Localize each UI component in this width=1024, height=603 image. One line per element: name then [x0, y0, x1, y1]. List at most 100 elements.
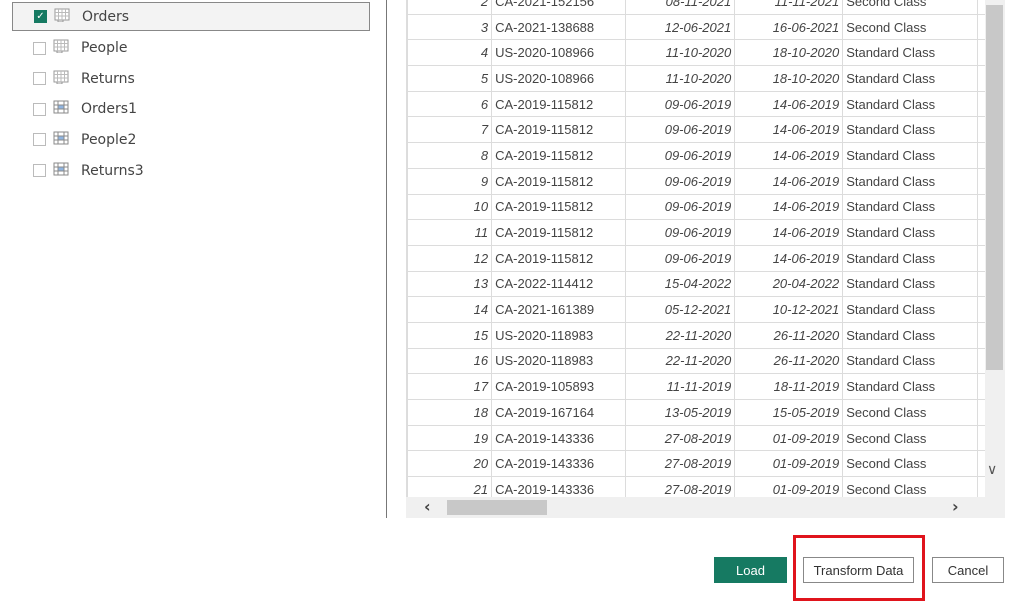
ship-mode: Standard Class: [842, 321, 979, 349]
ship-date: 14-06-2019: [734, 193, 844, 221]
sheet-icon: [53, 39, 81, 57]
checkbox[interactable]: [33, 72, 46, 86]
row-number: 12: [407, 244, 493, 272]
ship-date: 14-06-2019: [734, 244, 844, 272]
order-date: 27-08-2019: [625, 476, 736, 497]
order-date: 09-06-2019: [625, 90, 736, 118]
horizontal-scroll-thumb[interactable]: [447, 500, 547, 515]
ship-date: 14-06-2019: [734, 142, 844, 169]
table-row: 14 CA-2021-161389 05-12-2021 10-12-2021 Stan…: [407, 296, 986, 323]
scroll-left-icon[interactable]: ‹: [424, 497, 431, 516]
row-number: 6: [407, 90, 493, 118]
order-date: 08-11-2021: [625, 0, 736, 15]
checkbox[interactable]: [33, 102, 46, 116]
table-row: 21 CA-2019-143336 27-08-2019 01-09-2019 Seco…: [407, 476, 986, 497]
order-date: 27-08-2019: [625, 424, 736, 452]
ship-date: 10-12-2021: [734, 296, 844, 323]
row-number: 16: [407, 347, 493, 375]
ship-date: 01-09-2019: [734, 476, 844, 497]
table-row: 3 CA-2021-138688 12-06-2021 16-06-2021 Secon…: [407, 13, 986, 41]
order-id: CA-2021-152156: [491, 0, 627, 15]
row-number: 11: [407, 219, 493, 246]
ship-mode: Standard Class: [842, 270, 979, 298]
order-id: US-2020-118983: [491, 347, 627, 375]
order-id: CA-2019-115812: [491, 142, 627, 169]
row-number: 3: [407, 13, 493, 41]
order-id: CA-2019-167164: [491, 399, 627, 426]
vertical-scrollbar[interactable]: ∨: [985, 0, 1005, 497]
table-icon: [53, 100, 81, 118]
load-button[interactable]: Load: [714, 557, 787, 583]
row-number: 9: [407, 167, 493, 195]
order-date: 11-11-2019: [625, 373, 736, 400]
ship-date: 18-11-2019: [734, 373, 844, 400]
ship-mode: Standard Class: [842, 244, 979, 272]
table-row: 17 CA-2019-105893 11-11-2019 18-11-2019 Stan…: [407, 373, 986, 400]
checkbox[interactable]: ✓: [34, 10, 47, 23]
ship-date: 16-06-2021: [734, 13, 844, 41]
navigator-item-people[interactable]: People: [12, 34, 368, 63]
ship-date: 18-10-2020: [734, 39, 844, 67]
vertical-scroll-thumb[interactable]: [986, 5, 1003, 370]
order-id: US-2020-108966: [491, 65, 627, 92]
checkbox[interactable]: [33, 41, 46, 55]
order-date: 27-08-2019: [625, 450, 736, 478]
navigator-item-returns3[interactable]: Returns3: [12, 156, 368, 185]
ship-mode: Standard Class: [842, 193, 979, 221]
navigator-item-orders[interactable]: ✓ Orders: [12, 2, 370, 31]
table-row: 16 US-2020-118983 22-11-2020 26-11-2020 Stan…: [407, 347, 986, 375]
ship-mode: Standard Class: [842, 167, 979, 195]
order-date: 22-11-2020: [625, 321, 736, 349]
ship-date: 11-11-2021: [734, 0, 844, 15]
sheet-icon: [53, 70, 81, 88]
ship-date: 14-06-2019: [734, 116, 844, 144]
navigator-item-orders1[interactable]: Orders1: [12, 95, 368, 124]
ship-mode: Standard Class: [842, 219, 979, 246]
ship-mode: Standard Class: [842, 142, 979, 169]
table-row: 6 CA-2019-115812 09-06-2019 14-06-2019 Stand…: [407, 90, 986, 118]
checkbox[interactable]: [33, 164, 46, 177]
navigator-item-people2[interactable]: People2: [12, 125, 368, 154]
navigator-item-label: Returns3: [81, 162, 144, 179]
panel-divider: [386, 0, 387, 518]
order-id: CA-2019-143336: [491, 424, 627, 452]
order-date: 09-06-2019: [625, 219, 736, 246]
row-number: 14: [407, 296, 493, 323]
horizontal-scrollbar[interactable]: ‹ ›: [406, 497, 1005, 518]
navigator-item-label: Orders1: [81, 101, 137, 118]
row-number: 19: [407, 424, 493, 452]
order-id: CA-2019-115812: [491, 244, 627, 272]
order-id: US-2020-108966: [491, 39, 627, 67]
table-row: 4 US-2020-108966 11-10-2020 18-10-2020 Stand…: [407, 39, 986, 67]
ship-date: 01-09-2019: [734, 450, 844, 478]
order-id: US-2020-118983: [491, 321, 627, 349]
preview-table: 2 CA-2021-152156 08-11-2021 11-11-2021 Secon…: [407, 0, 986, 497]
order-id: CA-2021-161389: [491, 296, 627, 323]
ship-mode: Second Class: [842, 476, 979, 497]
order-date: 09-06-2019: [625, 193, 736, 221]
order-id: CA-2019-115812: [491, 193, 627, 221]
highlight-box: [793, 535, 925, 601]
cancel-button[interactable]: Cancel: [932, 557, 1004, 583]
order-id: CA-2019-115812: [491, 116, 627, 144]
checkbox[interactable]: [33, 133, 46, 147]
navigator-item-label: Orders: [82, 8, 130, 25]
scroll-right-icon[interactable]: ›: [952, 497, 959, 516]
ship-mode: Standard Class: [842, 90, 979, 118]
ship-date: 14-06-2019: [734, 90, 844, 118]
order-id: CA-2019-115812: [491, 90, 627, 118]
ship-mode: Standard Class: [842, 296, 979, 323]
ship-mode: Standard Class: [842, 116, 979, 144]
table-row: 9 CA-2019-115812 09-06-2019 14-06-2019 Stand…: [407, 167, 986, 195]
order-date: 22-11-2020: [625, 347, 736, 375]
order-date: 05-12-2021: [625, 296, 736, 323]
ship-mode: Standard Class: [842, 373, 979, 400]
row-number: 4: [407, 39, 493, 67]
order-id: CA-2019-143336: [491, 450, 627, 478]
row-number: 13: [407, 270, 493, 298]
sheet-icon: [54, 8, 82, 26]
row-number: 18: [407, 399, 493, 426]
table-row: 18 CA-2019-167164 13-05-2019 15-05-2019 Seco…: [407, 399, 986, 426]
navigator-item-returns[interactable]: Returns: [12, 64, 368, 93]
scroll-down-icon[interactable]: ∨: [987, 462, 997, 478]
